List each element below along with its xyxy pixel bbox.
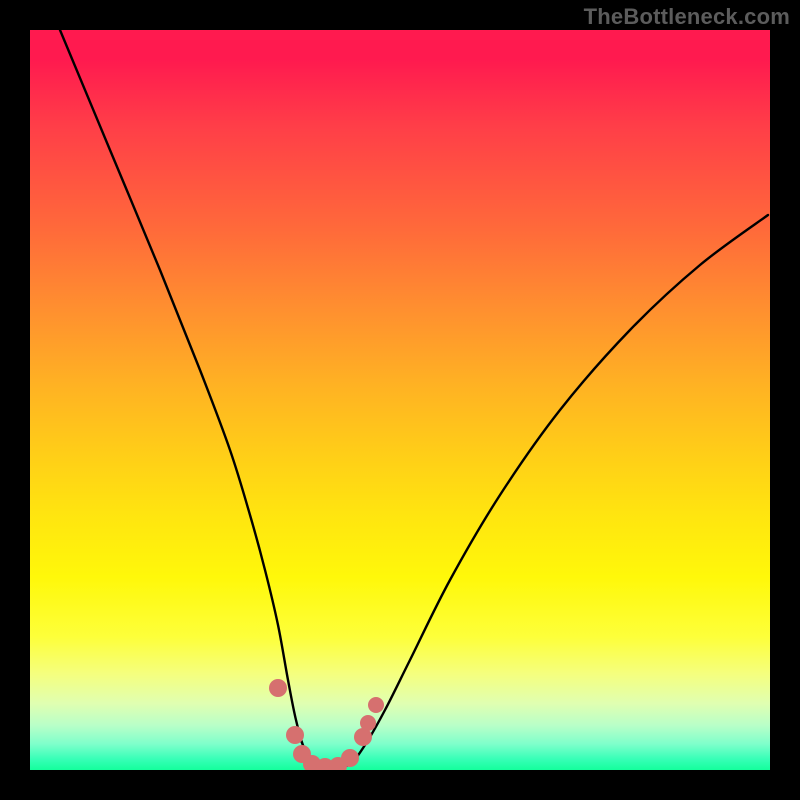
chart-svg-layer bbox=[30, 30, 770, 770]
attribution-text: TheBottleneck.com bbox=[584, 4, 790, 30]
chart-plot-area bbox=[30, 30, 770, 770]
highlight-marker bbox=[368, 697, 384, 713]
highlight-marker bbox=[360, 715, 376, 731]
highlight-marker bbox=[286, 726, 304, 744]
highlight-markers bbox=[269, 679, 384, 770]
highlight-marker bbox=[269, 679, 287, 697]
bottleneck-curve-path bbox=[60, 30, 768, 768]
highlight-marker bbox=[341, 749, 359, 767]
